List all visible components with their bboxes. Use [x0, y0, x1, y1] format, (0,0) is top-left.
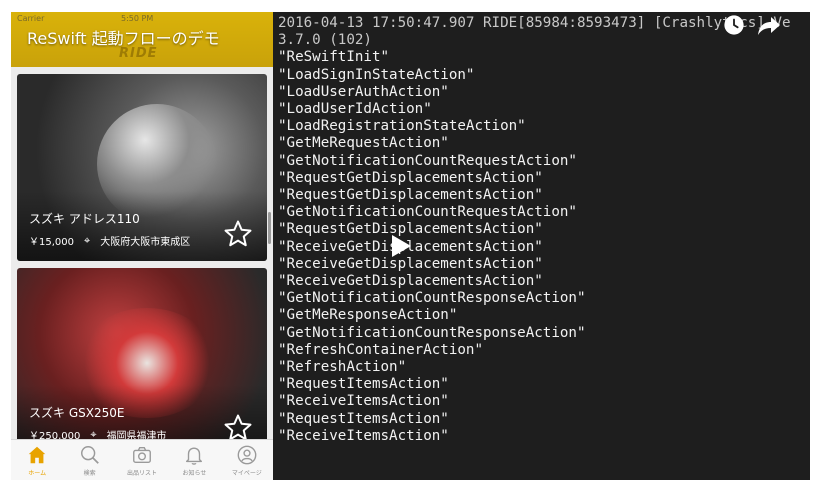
console-log-line: "GetNotificationCountResponseAction"	[278, 290, 586, 307]
tab-search[interactable]: 検索	[63, 440, 115, 480]
listing-card[interactable]: スズキ GSX250E ￥250,000 ⌖ 福岡県福津市	[17, 268, 267, 455]
search-icon	[80, 446, 99, 464]
console-log-line: "RequestItemsAction"	[278, 410, 449, 427]
favorite-star-icon[interactable]	[223, 219, 253, 249]
console-log-line: "RefreshContainerAction"	[278, 341, 483, 358]
console-log-lines: "ReSwiftInit" "LoadSignInStateAction" "L…	[278, 49, 586, 443]
listing-title: スズキ アドレス110	[29, 212, 140, 226]
bell-icon	[186, 447, 203, 465]
listing-title: スズキ GSX250E	[29, 406, 125, 420]
tab-label: ホーム	[28, 470, 47, 477]
console-log-line: "RefreshAction"	[278, 359, 407, 376]
home-icon	[28, 446, 46, 464]
tab-bar: ホーム 検索 出品リスト お知らせ マイページ	[11, 439, 273, 480]
tab-notifications[interactable]: お知らせ	[168, 440, 220, 480]
watch-later-clock-icon[interactable]	[723, 14, 745, 36]
tab-label: 検索	[83, 470, 96, 477]
tab-label: お知らせ	[182, 470, 207, 477]
carrier-label: Carrier	[17, 14, 45, 23]
console-header-line: 2016-04-13 17:50:47.907 RIDE[85984:85934…	[278, 15, 791, 31]
status-time: 5:50 PM	[121, 14, 154, 23]
console-log-line: "LoadSignInStateAction"	[278, 66, 475, 83]
person-icon	[237, 445, 257, 465]
console-log-line: "LoadUserAuthAction"	[278, 83, 449, 100]
console-log-line: "RequestItemsAction"	[278, 376, 449, 393]
console-log-line: "ReSwiftInit"	[278, 49, 390, 66]
camera-icon	[133, 446, 151, 464]
console-log-line: "ReceiveItemsAction"	[278, 427, 449, 444]
console-log-line: "GetNotificationCountResponseAction"	[278, 324, 586, 341]
share-arrow-icon[interactable]	[757, 14, 781, 36]
tab-listing[interactable]: 出品リスト	[116, 440, 168, 480]
console-log-line: "GetNotificationCountRequestAction"	[278, 152, 577, 169]
status-bar: Carrier 5:50 PM	[11, 12, 273, 26]
console-header-line: 3.7.0 (102)	[278, 32, 372, 49]
console-log: 2016-04-13 17:50:47.907 RIDE[85984:85934…	[273, 12, 810, 480]
console-log-line: "RequestGetDisplacementsAction"	[278, 169, 543, 186]
console-log-line: "ReceiveItemsAction"	[278, 393, 449, 410]
console-log-line: "ReceiveGetDisplacementsAction"	[278, 273, 543, 290]
listing-location: 大阪府大阪市東成区	[100, 237, 191, 248]
play-icon[interactable]	[389, 233, 413, 259]
console-log-line: "LoadRegistrationStateAction"	[278, 118, 526, 135]
tab-label: 出品リスト	[127, 470, 158, 477]
console-log-line: "GetMeRequestAction"	[278, 135, 449, 152]
video-title[interactable]: ReSwift 起動フローのデモ	[27, 25, 220, 49]
phone-simulator: Carrier 5:50 PM RIDE スズキ アドレス110 ￥15,000…	[11, 12, 273, 480]
console-log-line: "RequestGetDisplacementsAction"	[278, 187, 543, 204]
tab-label: マイページ	[231, 470, 262, 477]
tab-mypage[interactable]: マイページ	[221, 440, 273, 480]
console-text: 2016-04-13 17:50:47.907 RIDE[85984:85934…	[278, 15, 791, 445]
listing-price: ￥15,000	[29, 237, 74, 248]
console-log-line: "LoadUserIdAction"	[278, 101, 432, 118]
console-log-line: "GetNotificationCountRequestAction"	[278, 204, 577, 221]
tab-home[interactable]: ホーム	[11, 440, 63, 480]
scrollbar[interactable]	[268, 212, 271, 244]
location-pin-icon: ⌖	[84, 233, 91, 247]
listing-card[interactable]: スズキ アドレス110 ￥15,000 ⌖ 大阪府大阪市東成区	[17, 74, 267, 261]
console-log-line: "GetMeResponseAction"	[278, 307, 458, 324]
